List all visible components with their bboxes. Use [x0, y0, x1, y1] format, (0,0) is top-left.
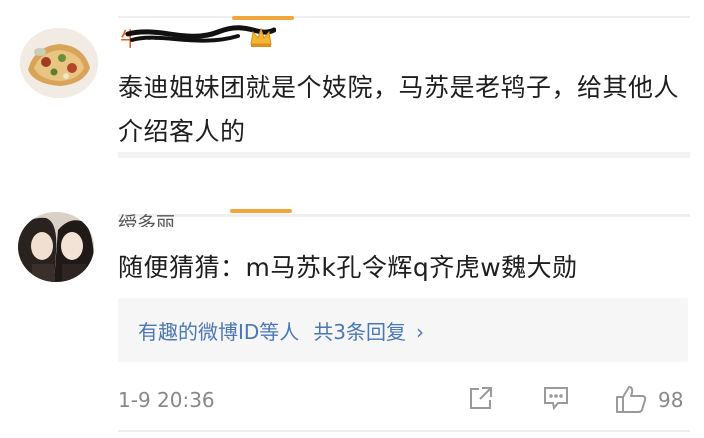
- avatar[interactable]: [20, 28, 98, 98]
- comment-text: 泰迪姐妹团就是个妓院，马苏是老鸨子，给其他人介绍客人的: [118, 73, 680, 146]
- like-icon[interactable]: [614, 384, 648, 418]
- comment-divider: [118, 152, 690, 158]
- avatar[interactable]: [18, 212, 94, 282]
- accent-line: [230, 209, 292, 213]
- top-divider: [118, 16, 690, 18]
- chevron-right-icon: ›: [416, 320, 425, 344]
- replies-count: 共3条回复: [313, 320, 407, 344]
- accent-line: [232, 16, 294, 20]
- comment-text: 随便猜猜：m马苏k孔令辉q齐虎w魏大勋: [118, 253, 578, 282]
- crown-icon: [249, 26, 273, 48]
- replies-prefix: 有趣的微博ID等人: [138, 320, 300, 344]
- comment-divider: [118, 214, 690, 217]
- timestamp: 1-9 20:36: [118, 388, 215, 412]
- bottom-divider: [118, 430, 690, 432]
- username[interactable]: 绶多丽: [118, 213, 175, 227]
- share-icon[interactable]: [467, 384, 495, 416]
- comment-icon[interactable]: [542, 384, 570, 416]
- like-count: 98: [658, 388, 684, 412]
- replies-link[interactable]: 有趣的微博ID等人 共3条回复 ›: [138, 316, 424, 345]
- replies-box[interactable]: 有趣的微博ID等人 共3条回复 ›: [118, 298, 688, 362]
